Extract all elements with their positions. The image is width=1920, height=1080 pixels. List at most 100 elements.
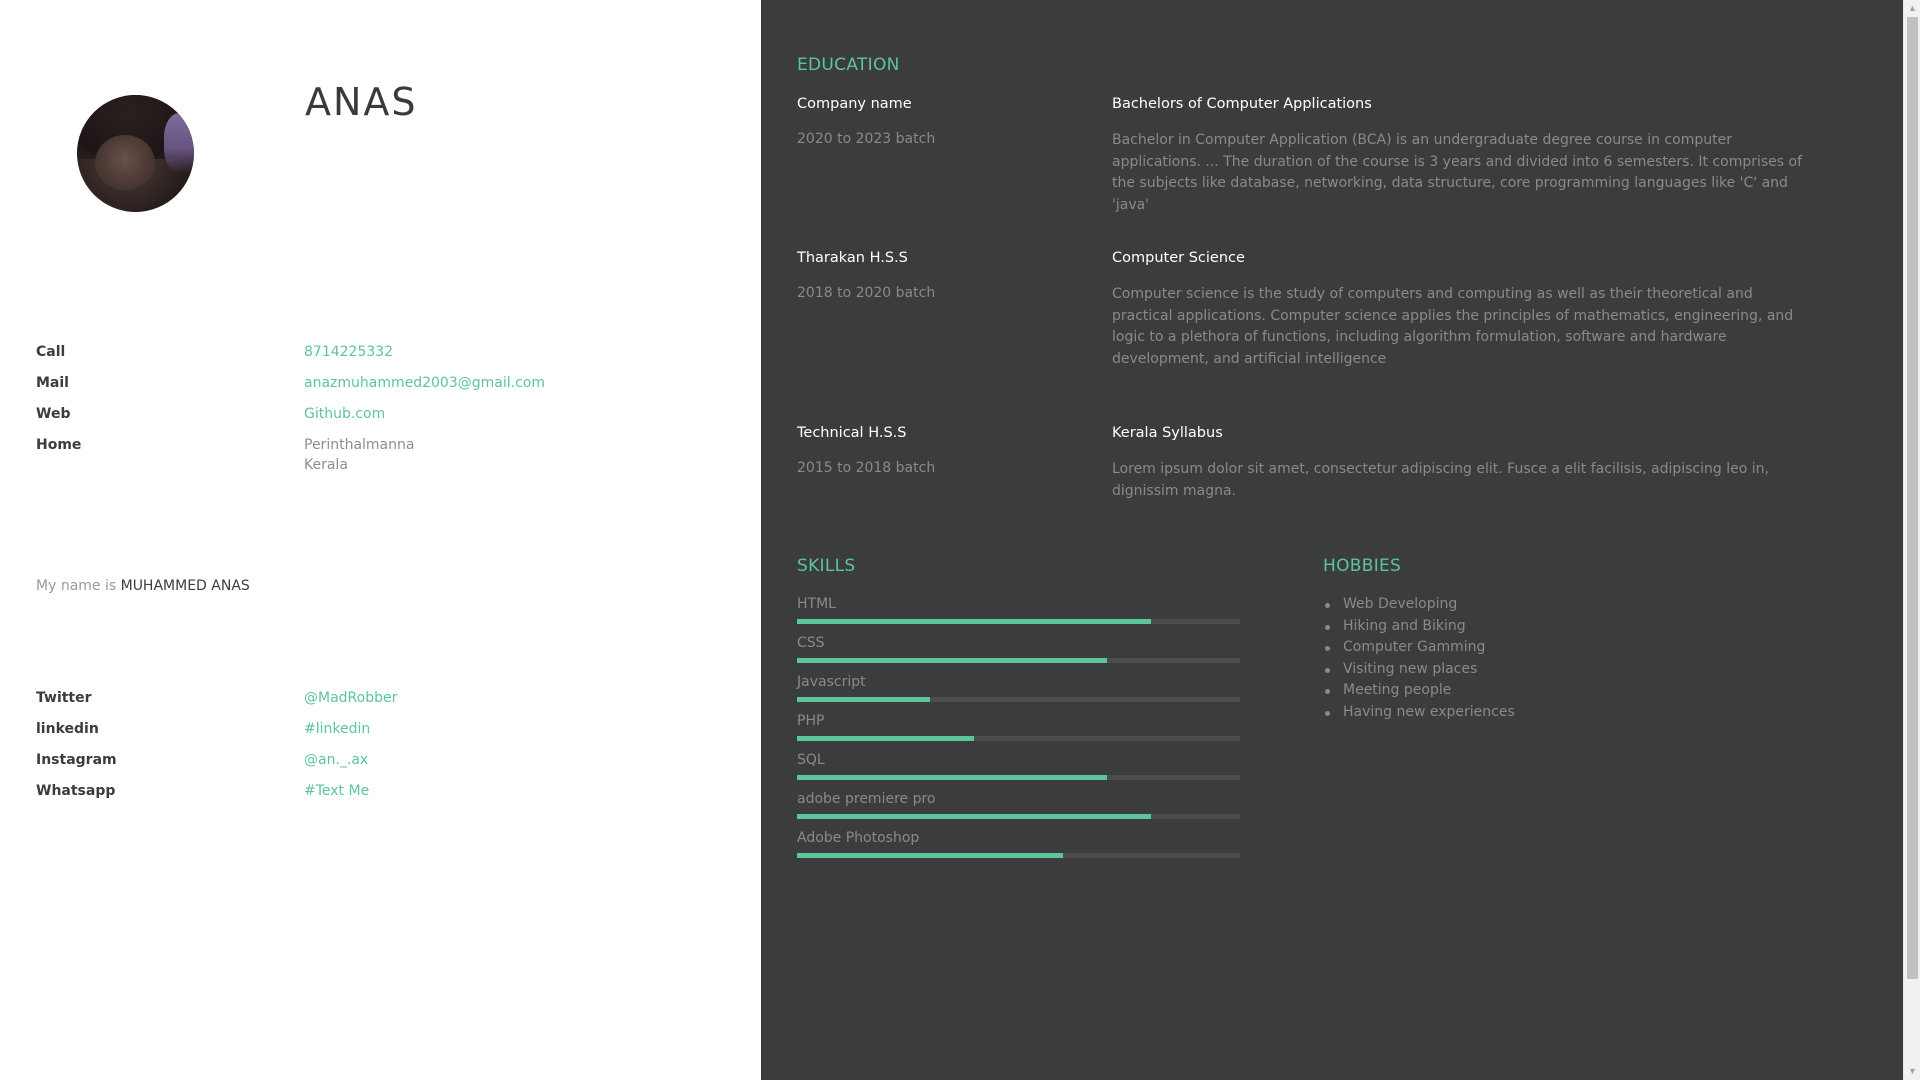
skill-bar [797, 736, 1240, 741]
contact-label: Home [36, 437, 82, 453]
bio-prefix: My name is [36, 578, 117, 594]
social-label: Twitter [36, 690, 92, 706]
email-link[interactable]: anazmuhammed2003@gmail.com [304, 375, 545, 391]
contact-label: Web [36, 406, 71, 422]
edu-description: Lorem ipsum dolor sit amet, consectetur … [1112, 461, 1769, 499]
skill-item: Adobe Photoshop [797, 830, 1240, 869]
bullet-icon [1325, 667, 1330, 673]
phone-link[interactable]: 8714225332 [304, 344, 393, 360]
contact-label: Mail [36, 375, 69, 391]
contact-row-web: Web Github.com [36, 406, 736, 437]
bullet-icon [1325, 710, 1330, 716]
edu-degree: Computer Science [1112, 250, 1245, 266]
avatar [77, 95, 194, 212]
address-city: Perinthalmanna [304, 437, 415, 453]
list-item: Visiting new places [1323, 661, 1515, 683]
skill-item: PHP [797, 713, 1240, 752]
skill-item: Javascript [797, 674, 1240, 713]
skill-bar [797, 775, 1240, 780]
profile-panel: ANAS Call 8714225332 Mail anazmuhammed20… [0, 0, 761, 1080]
skill-name: PHP [797, 713, 825, 729]
skill-item: SQL [797, 752, 1240, 791]
twitter-link[interactable]: @MadRobber [304, 690, 397, 706]
skill-fill [797, 619, 1152, 624]
contact-info: Call 8714225332 Mail anazmuhammed2003@gm… [36, 344, 736, 473]
bullet-icon [1325, 646, 1330, 652]
whatsapp-link[interactable]: #Text Me [304, 783, 369, 799]
edu-school: Company name [797, 96, 912, 112]
instagram-link[interactable]: @an._.ax [304, 752, 368, 768]
contact-row-mail: Mail anazmuhammed2003@gmail.com [36, 375, 736, 406]
social-info: Twitter @MadRobber linkedin #linkedin In… [36, 690, 736, 814]
social-row-whatsapp: Whatsapp #Text Me [36, 783, 736, 814]
list-item: Web Developing [1323, 596, 1515, 618]
edu-description: Computer science is the study of compute… [1112, 286, 1794, 367]
edu-batch: 2020 to 2023 batch [797, 131, 936, 147]
contact-row-home: Home Perinthalmanna Kerala [36, 437, 736, 473]
list-item: Computer Gamming [1323, 639, 1515, 661]
social-label: Instagram [36, 752, 117, 768]
skill-name: Adobe Photoshop [797, 830, 920, 846]
skills-list: HTML CSS Javascript PHP SQL adobe premie… [797, 596, 1240, 869]
hobby-label: Visiting new places [1343, 660, 1478, 677]
skill-bar [797, 853, 1240, 858]
skill-name: SQL [797, 752, 825, 768]
home-address: Perinthalmanna Kerala [304, 437, 414, 473]
hobbies-list: Web Developing Hiking and Biking Compute… [1323, 596, 1515, 726]
scrollbar-thumb[interactable] [1907, 17, 1918, 979]
scroll-down-icon[interactable]: ▼ [1904, 1063, 1920, 1080]
hobby-label: Computer Gamming [1343, 639, 1486, 656]
bullet-icon [1325, 603, 1330, 608]
edu-school: Technical H.S.S [797, 425, 907, 441]
bullet-icon [1325, 689, 1330, 695]
skill-name: HTML [797, 596, 836, 612]
contact-row-call: Call 8714225332 [36, 344, 736, 375]
edu-batch: 2018 to 2020 batch [797, 285, 936, 301]
web-link[interactable]: Github.com [304, 406, 385, 422]
skill-item: adobe premiere pro [797, 791, 1240, 830]
bio: My name is MUHAMMED ANAS [36, 578, 250, 594]
contact-label: Call [36, 344, 66, 360]
scroll-up-icon[interactable]: ▲ [1904, 0, 1920, 17]
edu-school: Tharakan H.S.S [797, 250, 908, 266]
skill-item: HTML [797, 596, 1240, 635]
details-panel: EDUCATION Company name 2020 to 2023 batc… [761, 0, 1903, 1080]
vertical-scrollbar[interactable]: ▲ ▼ [1903, 0, 1920, 1080]
profile-name: ANAS [305, 80, 418, 124]
edu-batch: 2015 to 2018 batch [797, 460, 936, 476]
list-item: Meeting people [1323, 682, 1515, 704]
skill-fill [797, 736, 975, 741]
edu-degree: Bachelors of Computer Applications [1112, 96, 1372, 112]
bio-name: MUHAMMED ANAS [120, 578, 250, 594]
skill-bar [797, 697, 1240, 702]
edu-degree: Kerala Syllabus [1112, 425, 1223, 441]
social-row-linkedin: linkedin #linkedin [36, 721, 736, 752]
hobby-label: Hiking and Biking [1343, 617, 1466, 634]
hobby-label: Web Developing [1343, 596, 1458, 612]
skill-name: adobe premiere pro [797, 791, 936, 807]
list-item: Hiking and Biking [1323, 618, 1515, 640]
hobbies-title: HOBBIES [1323, 556, 1402, 576]
skill-item: CSS [797, 635, 1240, 674]
skill-fill [797, 697, 930, 702]
skill-bar [797, 658, 1240, 663]
address-state: Kerala [304, 457, 348, 473]
social-label: Whatsapp [36, 783, 116, 799]
skill-bar [797, 814, 1240, 819]
bullet-icon [1325, 624, 1330, 630]
education-title: EDUCATION [797, 55, 900, 75]
skills-title: SKILLS [797, 556, 856, 576]
linkedin-link[interactable]: #linkedin [304, 721, 370, 737]
list-item: Having new experiences [1323, 704, 1515, 726]
skill-bar [797, 619, 1240, 624]
skill-fill [797, 853, 1063, 858]
social-row-twitter: Twitter @MadRobber [36, 690, 736, 721]
skill-fill [797, 814, 1152, 819]
hobby-label: Having new experiences [1343, 703, 1515, 720]
hobby-label: Meeting people [1343, 682, 1452, 699]
social-row-instagram: Instagram @an._.ax [36, 752, 736, 783]
social-label: linkedin [36, 721, 99, 737]
resume-page: ANAS Call 8714225332 Mail anazmuhammed20… [0, 0, 1920, 1080]
skill-fill [797, 658, 1108, 663]
skill-name: Javascript [797, 674, 866, 690]
